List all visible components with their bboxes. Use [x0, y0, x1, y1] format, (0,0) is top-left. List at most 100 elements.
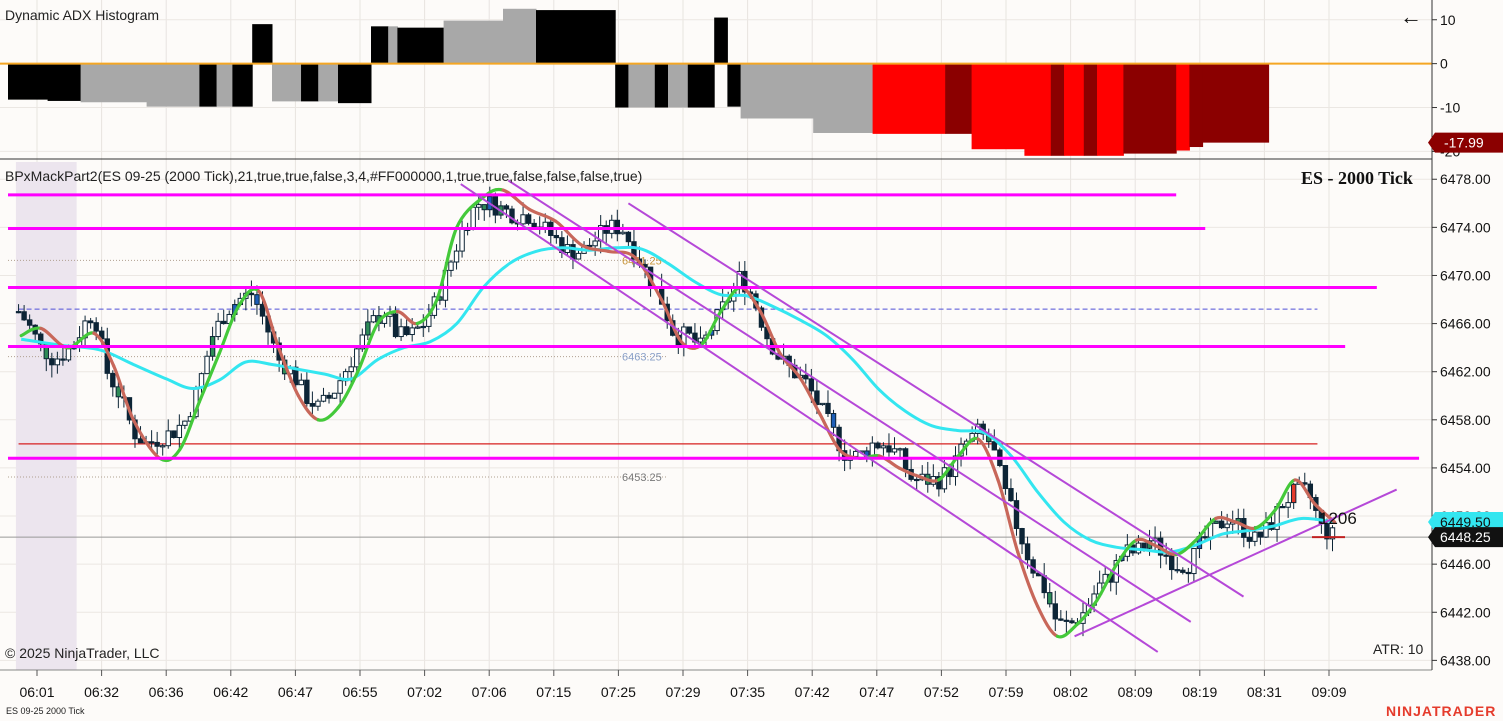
price-tick-label: 6454.00 [1440, 460, 1491, 476]
adx-histogram-bar [503, 8, 537, 64]
adx-histogram-bar [1064, 63, 1085, 156]
time-tick-label: 07:15 [536, 684, 571, 700]
adx-histogram-bar [272, 63, 302, 102]
candle-body [304, 379, 310, 405]
candle-body [60, 358, 66, 361]
candle-body [154, 441, 160, 447]
candle-body [1279, 506, 1286, 509]
candle-body [503, 205, 510, 210]
time-tick-label: 06:55 [342, 684, 377, 700]
candle-body [1185, 571, 1192, 575]
adx-histogram-bar [1024, 63, 1052, 156]
adx-histogram-bar [1202, 63, 1270, 143]
price-tick-label: 6470.00 [1440, 267, 1491, 283]
candle-body [320, 394, 327, 402]
candle-body [476, 204, 482, 208]
candle-body [220, 320, 227, 325]
candle-body [470, 206, 476, 230]
candle-body [853, 450, 859, 457]
candle-body [531, 222, 537, 228]
candle-body [354, 348, 360, 368]
candle-body [819, 402, 826, 406]
candle-body [398, 326, 404, 338]
candle-body [1008, 488, 1014, 502]
level-annotation: 6453.25 [622, 472, 662, 484]
candle-body [1257, 531, 1264, 538]
candle-body [803, 374, 809, 380]
candle-body [625, 231, 632, 243]
adx-histogram-bar [80, 63, 148, 103]
candle-body [481, 204, 487, 211]
candle-body [614, 219, 621, 235]
candle-body [215, 320, 221, 338]
candle-body [1285, 502, 1291, 508]
candle-body [1169, 555, 1175, 571]
adx-histogram-bar [301, 63, 319, 102]
candle-body [54, 358, 61, 366]
candle-body [1063, 619, 1070, 622]
candle-body [1047, 592, 1053, 605]
time-tick-label: 06:36 [149, 684, 184, 700]
adx-histogram-bar [740, 63, 814, 119]
adx-histogram-bar [971, 63, 1025, 150]
time-tick-label: 06:42 [213, 684, 248, 700]
adx-histogram-bar [727, 63, 742, 107]
time-tick-label: 08:02 [1053, 684, 1088, 700]
adx-histogram-bar [1123, 63, 1177, 154]
time-tick-label: 07:52 [924, 684, 959, 700]
time-tick-label: 06:01 [19, 684, 54, 700]
adx-panel-title: Dynamic ADX Histogram [5, 7, 160, 23]
candle-body [298, 379, 305, 386]
adx-histogram-bar [536, 10, 616, 64]
candle-body [1191, 548, 1197, 575]
candle-body [115, 386, 122, 398]
candle-body [1013, 500, 1020, 530]
adx-histogram-bar [1097, 63, 1124, 156]
adx-histogram-bar [668, 63, 689, 108]
candle-body [525, 214, 532, 224]
candle-body [49, 358, 55, 366]
candle-body [87, 320, 94, 324]
candle-body [315, 400, 321, 407]
candle-body [370, 315, 377, 323]
candle-body [520, 214, 526, 225]
adx-histogram-bar [687, 63, 715, 108]
candle-body [65, 348, 72, 361]
adx-histogram-bar [318, 63, 339, 102]
time-tick-label: 07:42 [795, 684, 830, 700]
adx-histogram-bar [1083, 63, 1098, 156]
candle-body [165, 430, 171, 447]
candle-body [415, 326, 421, 329]
time-tick-label: 07:02 [407, 684, 442, 700]
time-tick-label: 07:47 [859, 684, 894, 700]
copyright-text: © 2025 NinjaTrader, LLC [5, 645, 160, 661]
candle-body [875, 442, 881, 449]
candle-body [403, 326, 410, 336]
adx-histogram-bar [47, 63, 82, 101]
adx-histogram-bar [945, 63, 973, 134]
adx-histogram-bar [199, 63, 218, 107]
time-tick-label: 08:31 [1247, 684, 1282, 700]
adx-value-tag-label: -17.99 [1444, 135, 1484, 151]
candle-body [913, 478, 920, 482]
price-tick-label: 6474.00 [1440, 219, 1491, 235]
brand-logo: NINJATRADER [1386, 703, 1497, 719]
adx-histogram-bar [232, 63, 253, 107]
candle-body [1024, 543, 1031, 561]
candle-body [137, 438, 144, 444]
candle-body [148, 441, 155, 444]
ticks-remaining-label: 1206 [1319, 509, 1357, 528]
candle-body [182, 420, 188, 426]
candle-body [1224, 523, 1230, 529]
adx-histogram-bar [371, 26, 389, 64]
adx-histogram-bar [872, 63, 946, 134]
arrow-left-icon[interactable]: ← [1400, 6, 1422, 28]
candle-body [204, 355, 210, 375]
candle-body [1069, 620, 1075, 624]
time-tick-label: 08:09 [1118, 684, 1153, 700]
candle-body [1163, 554, 1169, 557]
candle-body [326, 394, 332, 399]
time-tick-label: 06:32 [84, 684, 119, 700]
candle-body [1180, 569, 1186, 573]
candle-body [453, 250, 460, 263]
